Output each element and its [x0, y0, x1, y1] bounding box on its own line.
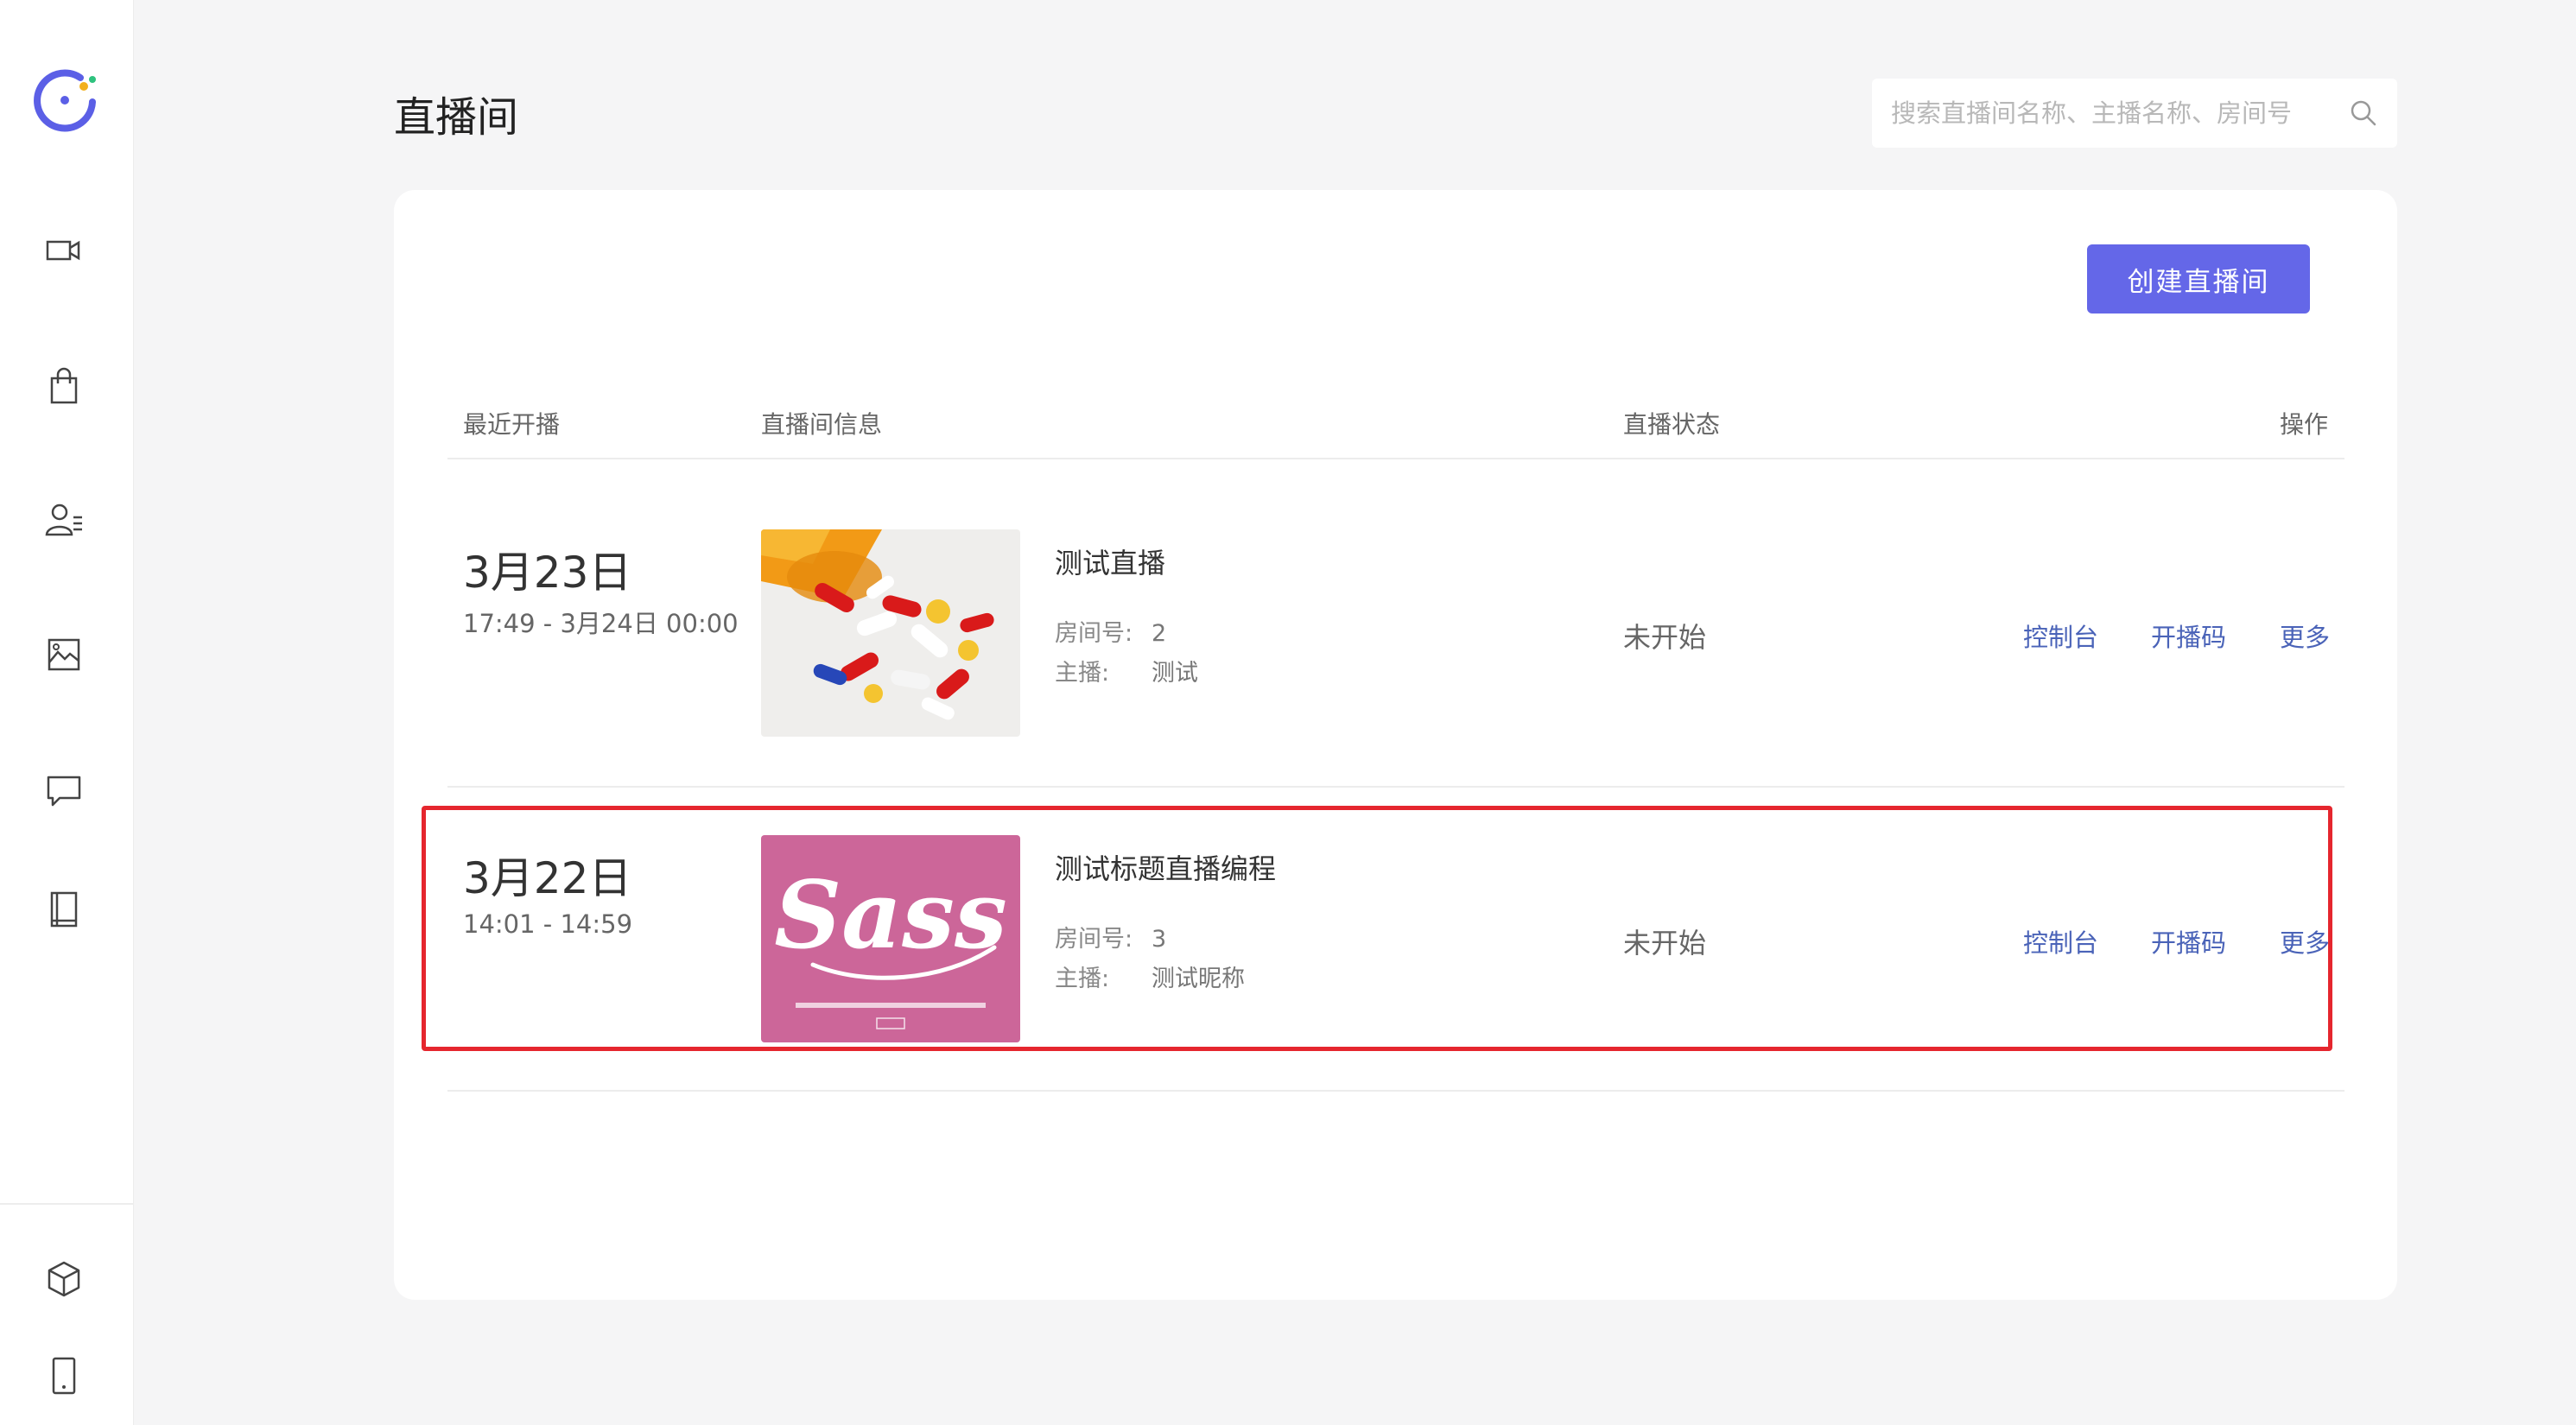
row-divider	[447, 786, 2344, 788]
column-header-action: 操作	[2279, 410, 2328, 439]
sidebar-item-mobile[interactable]	[38, 1350, 90, 1402]
room-number: 房间号: 3	[1055, 920, 1166, 953]
search-icon[interactable]	[2349, 98, 2378, 128]
stream-code-link[interactable]: 开播码	[2151, 618, 2226, 654]
user-list-icon	[45, 504, 82, 536]
room-host: 主播: 测试昵称	[1055, 960, 1245, 993]
column-header-status: 直播状态	[1623, 410, 1721, 439]
row-time: 17:49 - 3月24日 00:00	[463, 609, 739, 638]
console-link[interactable]: 控制台	[2023, 618, 2098, 654]
cube-icon	[48, 1261, 80, 1297]
phone-icon	[52, 1357, 76, 1395]
sidebar-divider	[0, 1203, 134, 1205]
image-chart-icon	[48, 638, 80, 671]
chat-bubble-icon	[47, 776, 81, 807]
table-row: 3月22日 14:01 - 14:59 Sass 测试标题直播编程 房间号: 3 …	[394, 835, 2397, 1042]
sidebar-item-live[interactable]	[38, 225, 90, 276]
column-header-recent: 最近开播	[463, 410, 561, 439]
host-value: 测试	[1152, 660, 1198, 687]
sidebar-item-gallery[interactable]	[38, 629, 90, 681]
room-thumbnail[interactable]	[761, 529, 1020, 737]
header-divider	[447, 458, 2344, 459]
search-box[interactable]	[1872, 79, 2397, 148]
row-time: 14:01 - 14:59	[463, 909, 633, 939]
row-date: 3月23日	[463, 548, 632, 598]
room-number: 房间号: 2	[1055, 614, 1166, 648]
sidebar	[0, 0, 134, 1425]
room-number-label: 房间号:	[1055, 620, 1133, 647]
live-room-panel: 创建直播间 最近开播 直播间信息 直播状态 操作 3月23日 17:49 - 3…	[394, 190, 2397, 1300]
sidebar-item-products[interactable]	[38, 360, 90, 412]
sidebar-item-comments[interactable]	[38, 764, 90, 816]
room-title: 测试标题直播编程	[1055, 852, 1277, 885]
sass-logo-image: Sass	[761, 835, 1020, 1042]
more-link[interactable]: 更多	[2280, 923, 2330, 960]
shopping-bag-icon	[50, 367, 78, 404]
room-number-value: 2	[1152, 620, 1167, 647]
room-thumbnail[interactable]: Sass	[761, 835, 1020, 1042]
sidebar-item-docs[interactable]	[38, 884, 90, 935]
book-icon	[50, 891, 78, 928]
stream-code-link[interactable]: 开播码	[2151, 923, 2226, 960]
page-title: 直播间	[394, 93, 519, 142]
row-divider	[447, 1090, 2344, 1092]
column-header-info: 直播间信息	[761, 410, 883, 439]
sidebar-item-package[interactable]	[38, 1253, 90, 1305]
app-logo[interactable]	[29, 62, 101, 135]
row-date: 3月22日	[463, 853, 632, 903]
pills-image	[761, 529, 1020, 737]
host-label: 主播:	[1055, 966, 1110, 992]
host-value: 测试昵称	[1152, 966, 1245, 992]
status-text: 未开始	[1623, 927, 1707, 960]
room-number-value: 3	[1152, 926, 1167, 953]
console-link[interactable]: 控制台	[2023, 923, 2098, 960]
host-label: 主播:	[1055, 660, 1110, 687]
video-camera-icon	[46, 240, 80, 261]
room-title: 测试直播	[1055, 547, 1166, 580]
sidebar-item-users[interactable]	[38, 494, 90, 546]
more-link[interactable]: 更多	[2280, 618, 2330, 654]
svg-text:Sass: Sass	[774, 861, 1007, 970]
create-live-room-button[interactable]: 创建直播间	[2087, 244, 2310, 314]
search-input[interactable]	[1891, 98, 2349, 128]
status-text: 未开始	[1623, 621, 1707, 654]
room-number-label: 房间号:	[1055, 926, 1133, 953]
room-host: 主播: 测试	[1055, 654, 1198, 687]
table-row: 3月23日 17:49 - 3月24日 00:00 测试直播 房间号: 2 主播…	[394, 529, 2397, 737]
